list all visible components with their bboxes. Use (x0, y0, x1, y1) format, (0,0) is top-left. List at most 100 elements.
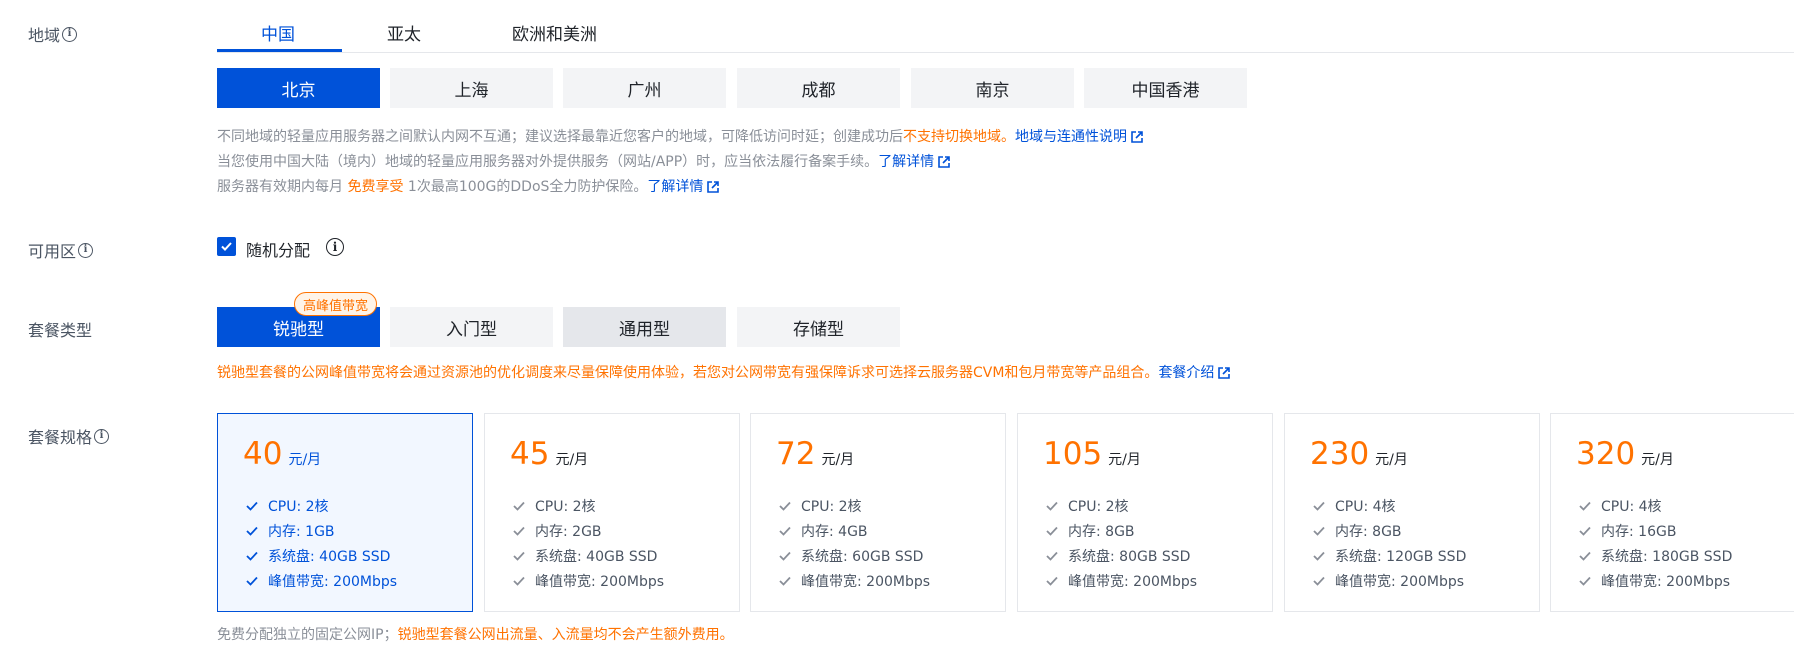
spec-peak-bandwidth: 峰值带宽: 200Mbps (779, 568, 930, 593)
external-link-icon (1218, 367, 1231, 379)
random-assign-label[interactable]: 随机分配 (246, 237, 310, 261)
external-link-icon (707, 181, 720, 193)
plan-type-storage[interactable]: 存储型 (737, 307, 900, 347)
price-unit: 元/月 (821, 452, 855, 468)
check-icon (246, 501, 260, 511)
price-unit: 元/月 (1108, 452, 1141, 468)
tab-europe-americas[interactable]: 欧洲和美洲 (512, 20, 597, 45)
spec-system-disk: 系统盘: 180GB SSD (1579, 543, 1732, 568)
price-amount: 40 (243, 436, 283, 472)
info-icon[interactable]: i (62, 26, 78, 42)
check-icon (246, 576, 260, 586)
check-icon (1313, 551, 1327, 561)
city-guangzhou[interactable]: 广州 (563, 68, 726, 108)
spec-peak-bandwidth: 峰值带宽: 200Mbps (1313, 568, 1466, 593)
plan-card[interactable]: 230 元/月 CPU: 4核 内存: 8GB 系统盘: 120GB SSD 峰值带宽: … (1284, 413, 1540, 612)
city-shanghai[interactable]: 上海 (390, 68, 553, 108)
zone-label: 可用区 i (28, 238, 94, 262)
check-icon (779, 526, 793, 536)
spec-cpu: CPU: 2核 (779, 493, 930, 518)
check-icon (246, 526, 260, 536)
check-icon (513, 526, 527, 536)
plan-type-entry[interactable]: 入门型 (390, 307, 553, 347)
plan-type-general[interactable]: 通用型 (563, 307, 726, 347)
check-icon (1046, 551, 1060, 561)
price-amount: 230 (1310, 436, 1370, 472)
spec-peak-bandwidth: 峰值带宽: 200Mbps (1046, 568, 1197, 593)
spec-memory: 内存: 4GB (779, 518, 930, 543)
check-icon (513, 576, 527, 586)
info-icon[interactable]: i (94, 428, 110, 444)
plan-price: 230 元/月 (1310, 436, 1408, 472)
check-icon (1313, 576, 1327, 586)
plan-specs: CPU: 2核 内存: 4GB 系统盘: 60GB SSD 峰值带宽: 200Mbps (779, 493, 930, 593)
plan-specs: CPU: 2核 内存: 8GB 系统盘: 80GB SSD 峰值带宽: 200Mbps (1046, 493, 1197, 593)
plan-price: 40 元/月 (243, 436, 321, 472)
plan-price: 320 元/月 (1576, 436, 1674, 472)
spec-memory: 内存: 1GB (246, 518, 397, 543)
plan-spec-label: 套餐规格 i (28, 424, 110, 448)
check-icon (779, 551, 793, 561)
ddos-details-link[interactable]: 了解详情 (647, 179, 720, 195)
spec-memory: 内存: 8GB (1046, 518, 1197, 543)
spec-cpu: CPU: 4核 (1313, 493, 1466, 518)
city-chengdu[interactable]: 成都 (737, 68, 900, 108)
price-amount: 45 (510, 436, 550, 472)
check-icon (1313, 501, 1327, 511)
region-label: 地域 i (28, 22, 78, 46)
check-icon (246, 551, 260, 561)
spec-peak-bandwidth: 峰值带宽: 200Mbps (246, 568, 397, 593)
spec-memory: 内存: 2GB (513, 518, 664, 543)
price-unit: 元/月 (1375, 452, 1408, 468)
price-amount: 320 (1576, 436, 1636, 472)
plan-specs: CPU: 4核 内存: 8GB 系统盘: 120GB SSD 峰值带宽: 200Mbp… (1313, 493, 1466, 593)
plan-specs: CPU: 4核 内存: 16GB 系统盘: 180GB SSD 峰值带宽: 200Mb… (1579, 493, 1732, 593)
plan-card[interactable]: 45 元/月 CPU: 2核 内存: 2GB 系统盘: 40GB SSD 峰值带宽: 20… (484, 413, 740, 612)
tab-asia-pacific[interactable]: 亚太 (387, 20, 421, 45)
city-beijing[interactable]: 北京 (217, 68, 380, 108)
spec-memory: 内存: 16GB (1579, 518, 1732, 543)
plan-card[interactable]: 320 元/月 CPU: 4核 内存: 16GB 系统盘: 180GB SSD 峰值带宽:… (1550, 413, 1794, 612)
checkmark-icon (221, 242, 232, 251)
check-icon (1579, 551, 1593, 561)
plan-type-note: 锐驰型套餐的公网峰值带宽将会通过资源池的优化调度来尽量保障使用体验，若您对公网带… (217, 362, 1231, 382)
check-icon (1579, 526, 1593, 536)
plan-card[interactable]: 105 元/月 CPU: 2核 内存: 8GB 系统盘: 80GB SSD 峰值带宽: 2… (1017, 413, 1273, 612)
city-nanjing[interactable]: 南京 (911, 68, 1074, 108)
plan-price: 45 元/月 (510, 436, 588, 472)
spec-system-disk: 系统盘: 120GB SSD (1313, 543, 1466, 568)
external-link-icon (1131, 131, 1143, 143)
check-icon (779, 501, 793, 511)
random-assign-checkbox[interactable] (217, 237, 236, 256)
active-tab-indicator (217, 49, 342, 52)
spec-memory: 内存: 8GB (1313, 518, 1466, 543)
spec-peak-bandwidth: 峰值带宽: 200Mbps (1579, 568, 1732, 593)
check-icon (1046, 526, 1060, 536)
city-hongkong[interactable]: 中国香港 (1084, 68, 1247, 108)
check-icon (1579, 576, 1593, 586)
region-connectivity-link[interactable]: 地域与连通性说明 (1015, 129, 1143, 145)
tab-china[interactable]: 中国 (261, 20, 295, 45)
plan-price: 105 元/月 (1043, 436, 1141, 472)
info-icon[interactable]: i (78, 242, 94, 258)
spec-system-disk: 系统盘: 40GB SSD (246, 543, 397, 568)
price-unit: 元/月 (1641, 452, 1674, 468)
plan-card[interactable]: 72 元/月 CPU: 2核 内存: 4GB 系统盘: 60GB SSD 峰值带宽: 20… (750, 413, 1006, 612)
check-icon (1046, 501, 1060, 511)
price-amount: 105 (1043, 436, 1103, 472)
plan-specs: CPU: 2核 内存: 2GB 系统盘: 40GB SSD 峰值带宽: 200Mbps (513, 493, 664, 593)
spec-cpu: CPU: 2核 (246, 493, 397, 518)
spec-peak-bandwidth: 峰值带宽: 200Mbps (513, 568, 664, 593)
check-icon (779, 576, 793, 586)
region-note-1: 不同地域的轻量应用服务器之间默认内网不互通；建议选择最靠近您客户的地域，可降低访… (217, 126, 1143, 146)
check-icon (1579, 501, 1593, 511)
check-icon (1313, 526, 1327, 536)
check-icon (513, 501, 527, 511)
price-amount: 72 (776, 436, 816, 472)
spec-system-disk: 系统盘: 40GB SSD (513, 543, 664, 568)
info-icon[interactable]: i (326, 238, 344, 256)
plan-card[interactable]: 40 元/月 CPU: 2核 内存: 1GB 系统盘: 40GB SSD 峰值带宽: 20… (217, 413, 473, 612)
filing-details-link[interactable]: 了解详情 (878, 154, 950, 170)
plan-intro-link[interactable]: 套餐介绍 (1158, 365, 1231, 381)
plan-type-label: 套餐类型 (28, 321, 93, 340)
